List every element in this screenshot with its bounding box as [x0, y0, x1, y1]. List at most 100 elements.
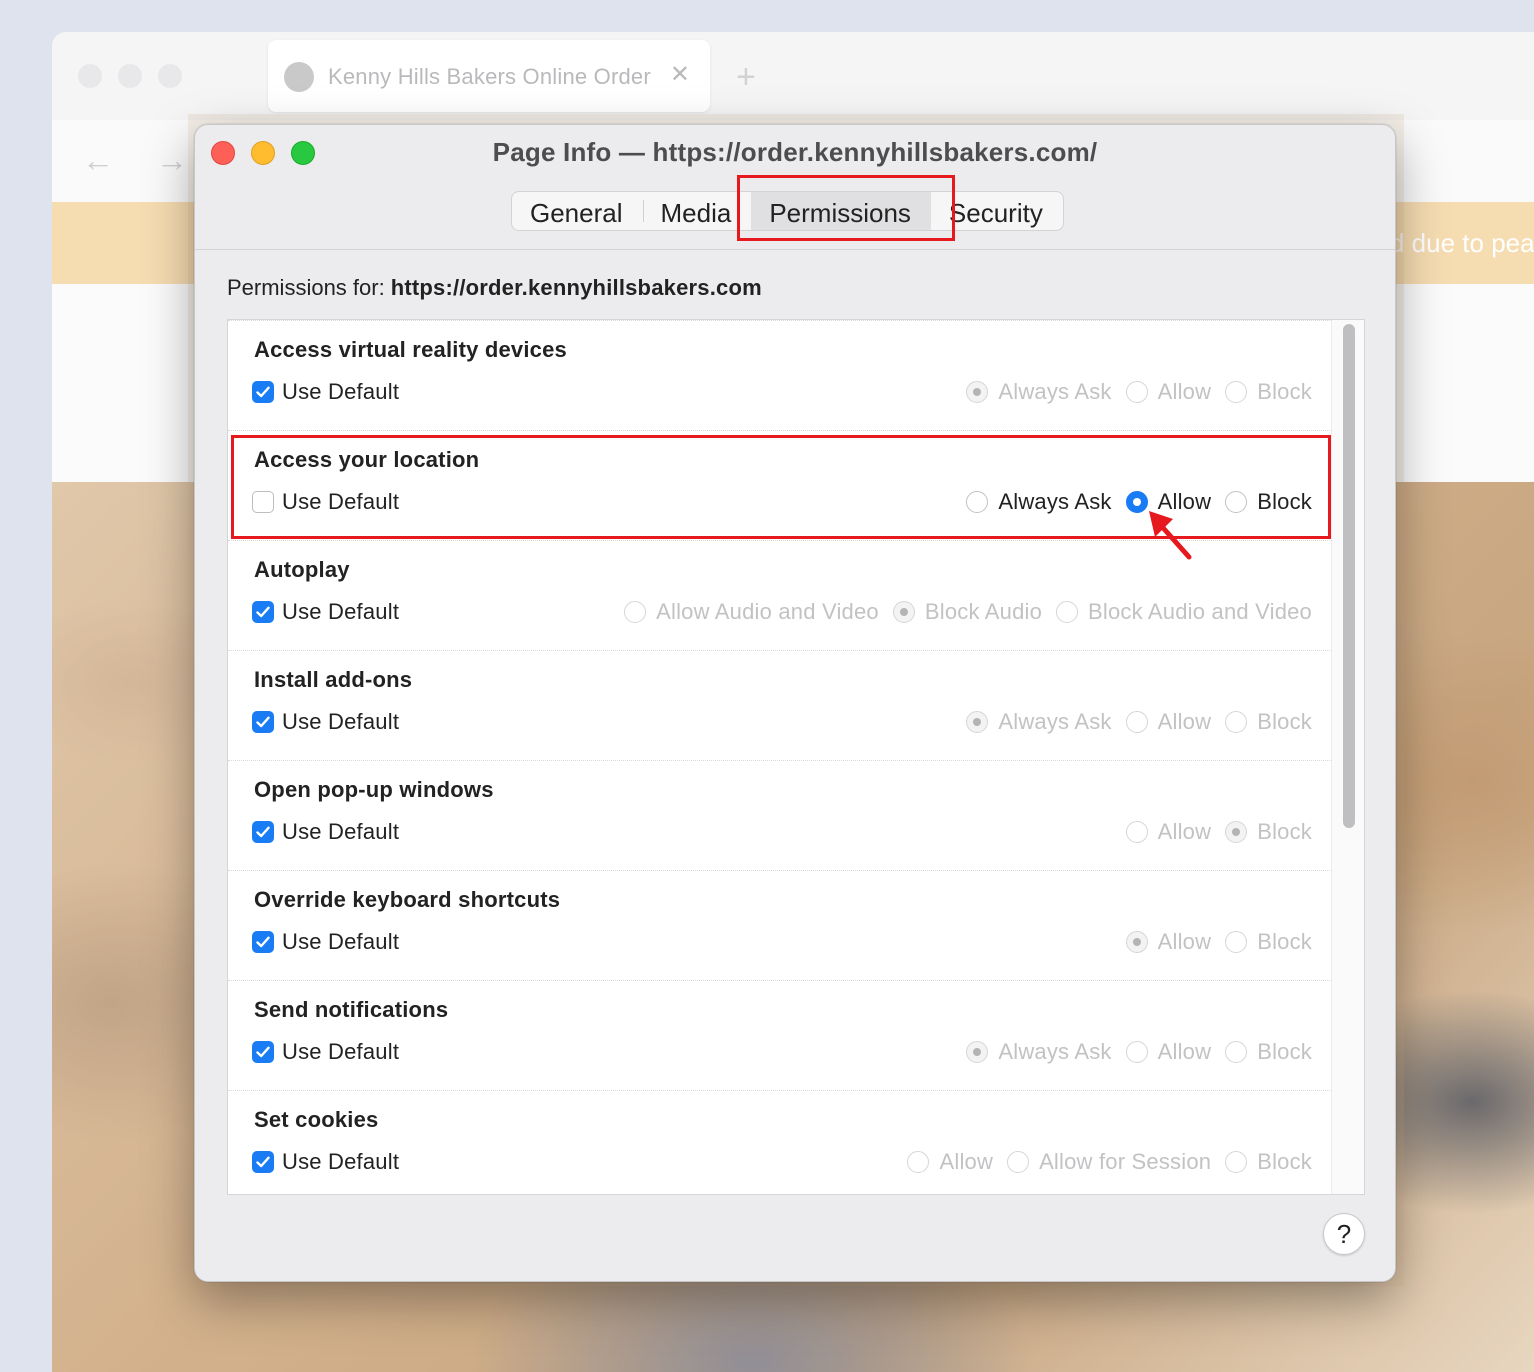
use-default-checkbox[interactable]: Use Default — [252, 1149, 399, 1175]
dialog-title: Page Info — https://order.kennyhillsbake… — [492, 137, 1098, 167]
radio-label: Allow for Session — [1039, 1149, 1212, 1174]
use-default-label: Use Default — [282, 599, 400, 624]
scrollbar[interactable] — [1331, 320, 1364, 1194]
radio-label: Block — [1257, 379, 1312, 404]
use-default-checkbox[interactable]: Use Default — [252, 599, 399, 625]
permission-row: Open pop-up windows Use Default Allow Block — [228, 760, 1332, 871]
radio-option[interactable]: Block Audio and Video — [1056, 599, 1312, 625]
permission-options: Always Ask Allow Block — [952, 1039, 1312, 1065]
checkmark-icon[interactable] — [252, 1041, 274, 1063]
permission-row: Access virtual reality devices Use Defaul… — [228, 320, 1332, 431]
radio-option[interactable]: Always Ask — [966, 379, 1111, 405]
radio-label: Block — [1257, 929, 1312, 954]
radio-option[interactable]: Allow — [1125, 379, 1212, 405]
checkmark-icon[interactable] — [252, 821, 274, 843]
radio-button[interactable] — [1125, 381, 1148, 403]
radio-label: Block — [1257, 1039, 1312, 1064]
tab-general[interactable]: General — [512, 192, 643, 230]
permission-title: Autoplay — [254, 557, 350, 582]
radio-button[interactable] — [892, 601, 915, 623]
radio-label: Allow — [1157, 929, 1212, 954]
checkmark-icon[interactable] — [252, 711, 274, 733]
zoom-dot-dimmed — [158, 64, 182, 88]
permission-options: Always Ask Allow Block — [952, 379, 1312, 405]
use-default-label: Use Default — [282, 819, 400, 844]
radio-button[interactable] — [624, 601, 647, 623]
radio-label: Block — [1257, 709, 1312, 734]
radio-label: Allow — [1157, 709, 1212, 734]
back-arrow-icon[interactable]: ← — [82, 142, 114, 179]
radio-button[interactable] — [1125, 1041, 1148, 1063]
minimize-dot-dimmed — [118, 64, 142, 88]
permission-title: Set cookies — [254, 1107, 379, 1132]
radio-option[interactable]: Allow — [1125, 709, 1212, 735]
radio-option[interactable]: Allow — [907, 1149, 993, 1175]
permission-row: Override keyboard shortcuts Use Default Al… — [228, 870, 1332, 981]
radio-button[interactable] — [1225, 1041, 1248, 1063]
radio-button[interactable] — [907, 1151, 930, 1173]
radio-option[interactable]: Block — [1225, 929, 1312, 955]
use-default-checkbox[interactable]: Use Default — [252, 819, 399, 845]
use-default-checkbox[interactable]: Use Default — [252, 1039, 399, 1065]
radio-label: Block Audio — [924, 599, 1043, 624]
permission-options: Allow Block — [1112, 929, 1312, 955]
radio-button[interactable] — [1007, 1151, 1030, 1173]
radio-button[interactable] — [1225, 931, 1248, 953]
radio-option[interactable]: Allow for Session — [1007, 1149, 1211, 1175]
radio-label: Allow — [939, 1149, 994, 1174]
radio-button[interactable] — [966, 711, 989, 733]
tab-title: Kenny Hills Bakers Online Order — [328, 64, 651, 89]
use-default-label: Use Default — [282, 1039, 400, 1064]
browser-tab[interactable]: Kenny Hills Bakers Online Order ✕ — [268, 40, 710, 112]
use-default-label: Use Default — [282, 1149, 400, 1174]
radio-option[interactable]: Allow — [1125, 819, 1212, 845]
radio-option[interactable]: Block — [1225, 709, 1312, 735]
checkmark-icon[interactable] — [252, 601, 274, 623]
radio-label: Allow — [1157, 819, 1212, 844]
use-default-checkbox[interactable]: Use Default — [252, 929, 399, 955]
permission-row: Install add-ons Use Default Always Ask Allo… — [228, 650, 1332, 761]
use-default-label: Use Default — [282, 929, 400, 954]
scrollbar-thumb[interactable] — [1343, 324, 1355, 828]
checkmark-icon[interactable] — [252, 381, 274, 403]
radio-button[interactable] — [1225, 821, 1248, 843]
tab-media[interactable]: Media — [642, 192, 752, 230]
close-dot-dimmed — [78, 64, 102, 88]
radio-button[interactable] — [1056, 601, 1079, 623]
tab-close-icon[interactable]: ✕ — [670, 60, 690, 89]
new-tab-icon[interactable]: + — [736, 58, 756, 97]
radio-option[interactable]: Block — [1225, 1149, 1312, 1175]
radio-label: Always Ask — [998, 379, 1112, 404]
checkmark-icon[interactable] — [252, 1151, 274, 1173]
permissions-for-url: https://order.kennyhillsbakers.com — [390, 275, 762, 300]
permission-options: Allow Allow for Session Block — [893, 1149, 1312, 1175]
radio-label: Always Ask — [998, 1039, 1112, 1064]
forward-arrow-icon[interactable]: → — [156, 142, 188, 179]
radio-option[interactable]: Always Ask — [966, 1039, 1111, 1065]
permission-options: Allow Audio and Video Block Audio Block Au… — [610, 599, 1312, 625]
radio-option[interactable]: Block — [1225, 1039, 1312, 1065]
radio-option[interactable]: Block — [1225, 379, 1312, 405]
checkmark-icon[interactable] — [252, 931, 274, 953]
radio-button[interactable] — [966, 1041, 989, 1063]
radio-option[interactable]: Block — [1225, 819, 1312, 845]
radio-option[interactable]: Allow — [1125, 929, 1212, 955]
use-default-label: Use Default — [282, 709, 400, 734]
help-button[interactable]: ? — [1323, 1213, 1365, 1255]
radio-option[interactable]: Block Audio — [892, 599, 1043, 625]
radio-button[interactable] — [1125, 711, 1148, 733]
radio-button[interactable] — [1125, 931, 1148, 953]
use-default-checkbox[interactable]: Use Default — [252, 709, 399, 735]
bakery-favicon-icon — [284, 62, 314, 92]
use-default-checkbox[interactable]: Use Default — [252, 379, 399, 405]
banner-text: d due to pea — [1390, 228, 1534, 258]
radio-button[interactable] — [1125, 821, 1148, 843]
radio-button[interactable] — [1225, 1151, 1248, 1173]
radio-option[interactable]: Allow Audio and Video — [624, 599, 879, 625]
radio-button[interactable] — [1225, 381, 1248, 403]
radio-button[interactable] — [966, 381, 989, 403]
radio-button[interactable] — [1225, 711, 1248, 733]
radio-option[interactable]: Allow — [1125, 1039, 1212, 1065]
radio-option[interactable]: Always Ask — [966, 709, 1111, 735]
permissions-for: Permissions for: https://order.kennyhills… — [227, 275, 762, 301]
